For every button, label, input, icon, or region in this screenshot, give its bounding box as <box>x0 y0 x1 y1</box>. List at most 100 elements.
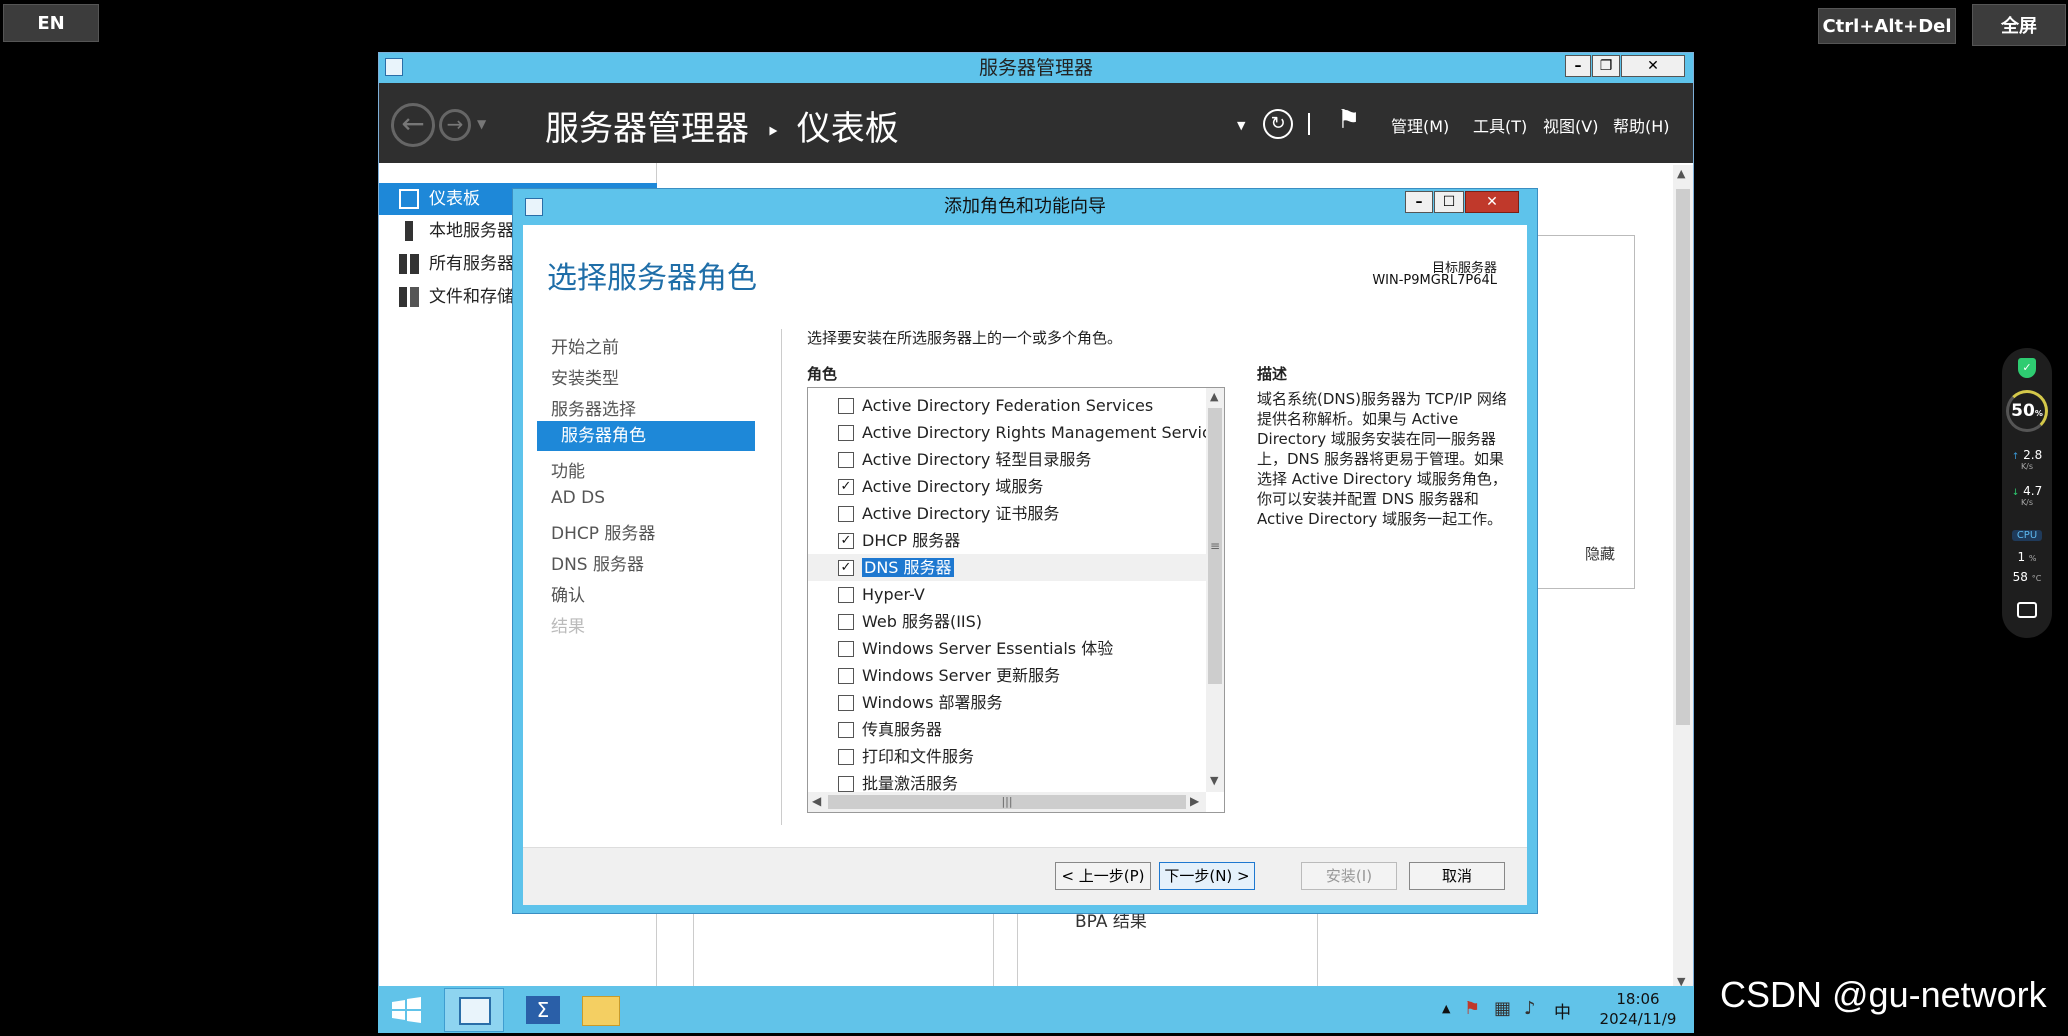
role-item[interactable]: ✓ Active Directory 域服务 <box>808 473 1206 500</box>
role-checkbox[interactable] <box>838 695 854 711</box>
screenshot-camera-icon[interactable] <box>2017 602 2037 618</box>
role-label: Hyper-V <box>862 585 925 604</box>
dialog-footer: < 上一步(P) 下一步(N) > 安装(I) 取消 <box>523 847 1527 905</box>
step-server-selection[interactable]: 服务器选择 <box>551 395 636 420</box>
tray-expand-icon[interactable]: ▲ <box>1442 1002 1450 1015</box>
step-features[interactable]: 功能 <box>551 457 585 482</box>
role-item[interactable]: Windows Server 更新服务 <box>808 662 1206 689</box>
role-item[interactable]: 传真服务器 <box>808 716 1206 743</box>
previous-button[interactable]: < 上一步(P) <box>1055 862 1151 890</box>
clock-time[interactable]: 18:06 <box>1598 990 1678 1008</box>
role-item[interactable]: Active Directory Rights Management Servi… <box>808 419 1224 446</box>
description-header: 描述 <box>1257 365 1288 383</box>
dialog-maximize-button[interactable]: ☐ <box>1434 191 1464 213</box>
close-button[interactable]: ✕ <box>1621 55 1685 77</box>
menu-tools[interactable]: 工具(T) <box>1473 113 1527 137</box>
role-item[interactable]: Windows 部署服务 <box>808 689 1206 716</box>
role-checkbox[interactable] <box>838 722 854 738</box>
dialog-heading: 选择服务器角色 <box>547 261 757 296</box>
next-button[interactable]: 下一步(N) > <box>1159 862 1255 890</box>
dropdown-icon[interactable]: ▼ <box>1237 119 1245 132</box>
main-scrollbar[interactable]: ▲ ▼ <box>1673 165 1693 991</box>
scroll-right-icon[interactable]: ▶ <box>1190 794 1199 808</box>
step-installation-type[interactable]: 安装类型 <box>551 364 619 389</box>
system-monitor-widget[interactable]: ✓ 50% ↑ 2.8 K/s ↓ 4.7 K/s CPU 1 % 58 °C <box>2002 348 2052 638</box>
role-label: Active Directory Rights Management Servi… <box>862 423 1225 442</box>
menu-manage[interactable]: 管理(M) <box>1391 113 1449 137</box>
ctrl-alt-del-button[interactable]: Ctrl+Alt+Del <box>1818 8 1956 44</box>
role-item[interactable]: ✓ DNS 服务器 <box>808 554 1206 581</box>
cancel-button[interactable]: 取消 <box>1409 862 1505 890</box>
fullscreen-button[interactable]: 全屏 <box>1972 4 2066 46</box>
role-item[interactable]: Web 服务器(IIS) <box>808 608 1206 635</box>
role-item[interactable]: Hyper-V <box>808 581 1206 608</box>
minimize-button[interactable]: – <box>1565 55 1591 77</box>
role-item[interactable]: Windows Server Essentials 体验 <box>808 635 1206 662</box>
step-server-roles[interactable]: 服务器角色 <box>537 421 755 451</box>
scroll-down-icon[interactable]: ▼ <box>1210 774 1218 787</box>
window-title: 服务器管理器 <box>978 57 1093 79</box>
taskbar-explorer[interactable] <box>574 988 628 1032</box>
role-checkbox[interactable] <box>838 587 854 603</box>
step-ad-ds[interactable]: AD DS <box>551 488 605 508</box>
role-checkbox[interactable] <box>838 452 854 468</box>
ime-indicator[interactable]: 中 <box>1554 998 1571 1023</box>
step-before-you-begin[interactable]: 开始之前 <box>551 333 619 358</box>
dialog-titlebar: 添加角色和功能向导 – ☐ ✕ <box>513 189 1537 225</box>
roles-list[interactable]: Active Directory Federation Services Acti… <box>807 387 1225 813</box>
role-checkbox[interactable]: ✓ <box>838 479 854 495</box>
role-checkbox[interactable] <box>838 506 854 522</box>
role-label: DNS 服务器 <box>862 558 954 577</box>
roles-scroll-thumb[interactable]: ≡ <box>1208 408 1222 684</box>
start-button[interactable] <box>386 988 426 1032</box>
scroll-thumb[interactable] <box>1676 189 1690 725</box>
role-checkbox[interactable] <box>838 749 854 765</box>
scroll-up-icon[interactable]: ▲ <box>1210 390 1218 403</box>
role-label: Active Directory 证书服务 <box>862 504 1060 523</box>
scroll-left-icon[interactable]: ◀ <box>812 794 821 808</box>
roles-hscrollbar[interactable]: ◀ ||| ▶ <box>808 792 1206 812</box>
taskbar-powershell[interactable]: Σ <box>518 988 568 1032</box>
role-checkbox[interactable]: ✓ <box>838 533 854 549</box>
language-button[interactable]: EN <box>3 4 99 42</box>
role-checkbox[interactable] <box>838 614 854 630</box>
taskbar: Σ ▲ ⚑ ▦ ♪ 中 18:06 2024/11/9 <box>378 986 1694 1033</box>
dialog-close-button[interactable]: ✕ <box>1465 191 1519 213</box>
role-checkbox[interactable] <box>838 668 854 684</box>
role-checkbox[interactable] <box>838 398 854 414</box>
step-dhcp-server[interactable]: DHCP 服务器 <box>551 519 655 544</box>
roles-vscrollbar[interactable]: ▲ ≡ ▼ <box>1206 388 1224 792</box>
hide-link[interactable]: 隐藏 <box>1585 543 1615 564</box>
back-icon[interactable]: ← <box>391 103 435 147</box>
sidebar-item-label: 所有服务器 <box>429 254 514 274</box>
role-item[interactable]: ✓ DHCP 服务器 <box>808 527 1206 554</box>
breadcrumb-root[interactable]: 服务器管理器 <box>545 109 749 149</box>
role-item[interactable]: Active Directory 证书服务 <box>808 500 1206 527</box>
clock-date[interactable]: 2024/11/9 <box>1598 1010 1678 1028</box>
menu-view[interactable]: 视图(V) <box>1543 113 1598 137</box>
step-confirmation[interactable]: 确认 <box>551 581 585 606</box>
scroll-up-icon[interactable]: ▲ <box>1677 167 1685 180</box>
role-checkbox[interactable]: ✓ <box>838 560 854 576</box>
role-item[interactable]: 打印和文件服务 <box>808 743 1206 770</box>
role-checkbox[interactable] <box>838 641 854 657</box>
role-label: Active Directory 轻型目录服务 <box>862 450 1092 469</box>
history-dropdown-icon[interactable]: ▼ <box>477 117 486 131</box>
breadcrumb-page: 仪表板 <box>796 109 899 149</box>
role-checkbox[interactable] <box>838 425 854 441</box>
step-dns-server[interactable]: DNS 服务器 <box>551 550 644 575</box>
role-checkbox[interactable] <box>838 776 854 792</box>
roles-hscroll-thumb[interactable]: ||| <box>828 795 1186 809</box>
role-item[interactable]: Active Directory Federation Services <box>808 392 1206 419</box>
volume-icon[interactable]: ♪ <box>1524 998 1536 1019</box>
notifications-flag-icon[interactable]: ⚑ <box>1337 105 1360 135</box>
restore-button[interactable]: ❐ <box>1592 55 1620 77</box>
refresh-icon[interactable]: ↻ <box>1263 109 1293 139</box>
action-center-icon[interactable]: ⚑ <box>1464 998 1480 1019</box>
network-icon[interactable]: ▦ <box>1494 998 1511 1019</box>
role-item[interactable]: Active Directory 轻型目录服务 <box>808 446 1206 473</box>
forward-icon[interactable]: → <box>439 109 471 141</box>
dialog-minimize-button[interactable]: – <box>1405 191 1433 213</box>
menu-help[interactable]: 帮助(H) <box>1613 113 1670 137</box>
taskbar-server-manager[interactable] <box>444 988 504 1032</box>
